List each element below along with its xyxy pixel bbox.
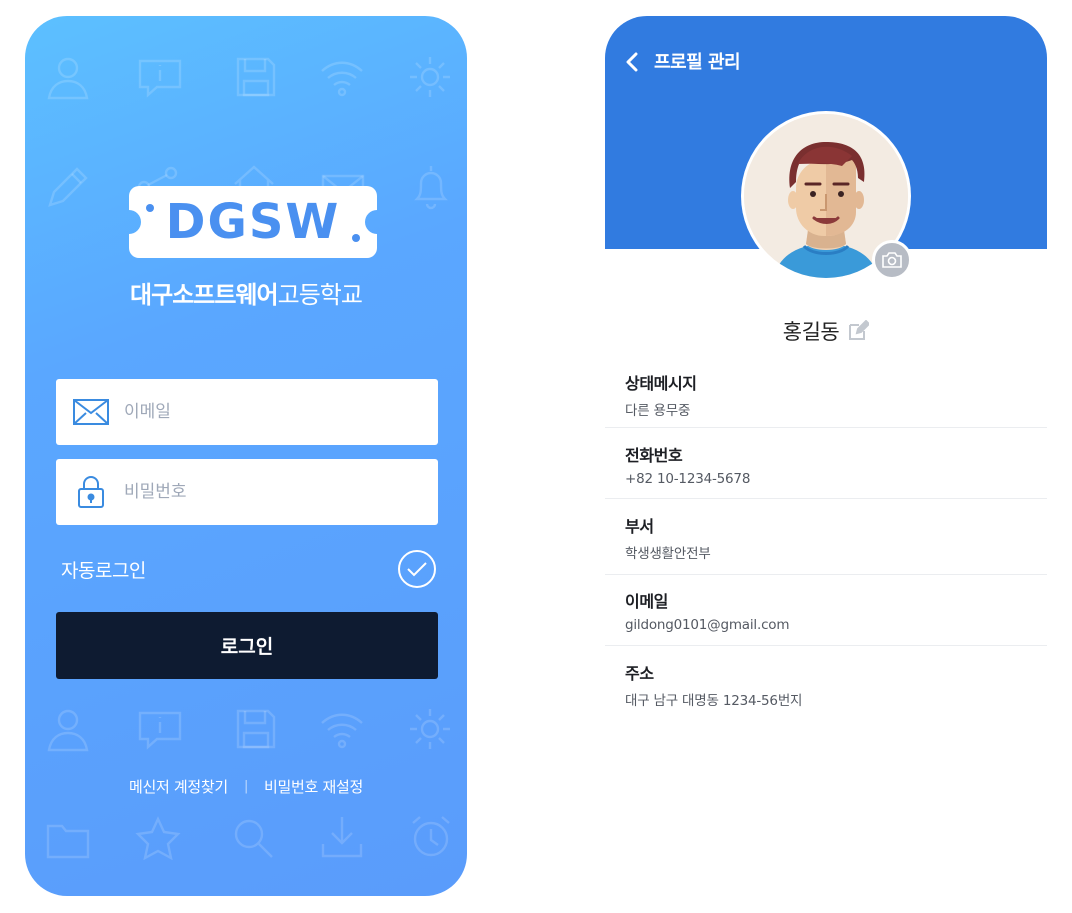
auto-login-label: 자동로그인 [61, 559, 146, 582]
email-field-icon [58, 379, 124, 445]
password-input[interactable] [124, 472, 394, 512]
link-separator: | [243, 779, 249, 794]
screen: DGSW 대구소프트웨어고등학교 자동로그인 로그인 [0, 0, 1072, 913]
info-item-status[interactable]: 상태메시지 다른 용무중 [605, 362, 1047, 428]
info-value: 다른 용무중 [625, 403, 691, 419]
password-field[interactable] [56, 459, 438, 525]
user-icon [47, 57, 89, 100]
bell-icon [414, 166, 448, 210]
login-button[interactable]: 로그인 [56, 612, 438, 679]
info-value: +82 10-1234-5678 [625, 471, 751, 487]
wifi-icon [321, 61, 363, 97]
gear-icon [410, 709, 450, 749]
camera-icon [882, 252, 902, 268]
logo-text: DGSW [166, 194, 341, 250]
profile-info-list: 상태메시지 다른 용무중 전화번호 +82 10-1234-5678 부서 학생… [605, 362, 1047, 716]
email-field[interactable] [56, 379, 438, 445]
back-arrow-icon[interactable] [621, 50, 645, 74]
find-account-link[interactable]: 메신저 계정찾기 [129, 776, 228, 797]
info-value: 학생생활안전부 [625, 546, 711, 562]
info-chat-icon [138, 711, 182, 750]
info-chat-icon [138, 59, 182, 98]
info-item-email[interactable]: 이메일 gildong0101@gmail.com [605, 575, 1047, 646]
login-screen: DGSW 대구소프트웨어고등학교 자동로그인 로그인 [25, 16, 467, 896]
info-value: gildong0101@gmail.com [625, 617, 790, 633]
background-pattern [25, 16, 467, 896]
edit-name-icon[interactable] [847, 320, 870, 342]
info-label: 전화번호 [625, 446, 683, 465]
auto-login-row: 자동로그인 [61, 546, 437, 592]
profile-screen: 프로필 관리 홍길동 상태메시지 다른 용무중 전화번호 +82 10-1234… [605, 16, 1047, 896]
info-value: 대구 남구 대명동 1234-56번지 [625, 693, 803, 709]
search-icon [234, 819, 273, 858]
folder-icon [46, 824, 90, 859]
school-name: 대구소프트웨어고등학교 [25, 275, 467, 310]
gear-icon [410, 57, 450, 97]
name-row: 홍길동 [605, 316, 1047, 346]
wifi-icon [321, 713, 363, 749]
save-icon [236, 57, 276, 97]
dgsw-logo: DGSW [129, 186, 377, 258]
envelope-icon [73, 399, 109, 425]
star-icon [135, 816, 181, 860]
user-name: 홍길동 [782, 320, 840, 344]
info-item-department[interactable]: 부서 학생생활안전부 [605, 499, 1047, 575]
alarm-clock-icon [412, 816, 450, 857]
info-item-phone[interactable]: 전화번호 +82 10-1234-5678 [605, 428, 1047, 499]
info-item-address[interactable]: 주소 대구 남구 대명동 1234-56번지 [605, 646, 1047, 716]
info-label: 주소 [625, 664, 654, 683]
school-name-bold: 대구소프트웨어 [130, 281, 279, 309]
save-icon [236, 709, 276, 749]
auto-login-checkbox[interactable] [397, 549, 437, 589]
info-label: 이메일 [625, 592, 668, 611]
pencil-icon [48, 167, 88, 207]
user-icon [47, 709, 89, 752]
page-title: 프로필 관리 [654, 52, 741, 73]
info-label: 상태메시지 [625, 374, 697, 393]
lock-icon [78, 476, 104, 508]
info-label: 부서 [625, 517, 654, 536]
email-input[interactable] [124, 392, 394, 432]
change-photo-button[interactable] [872, 240, 912, 280]
reset-password-link[interactable]: 비밀번호 재설정 [264, 776, 363, 797]
download-icon [321, 817, 363, 858]
account-links: 메신저 계정찾기 | 비밀번호 재설정 [25, 776, 467, 797]
school-name-regular: 고등학교 [277, 281, 363, 309]
password-field-icon [58, 459, 124, 525]
